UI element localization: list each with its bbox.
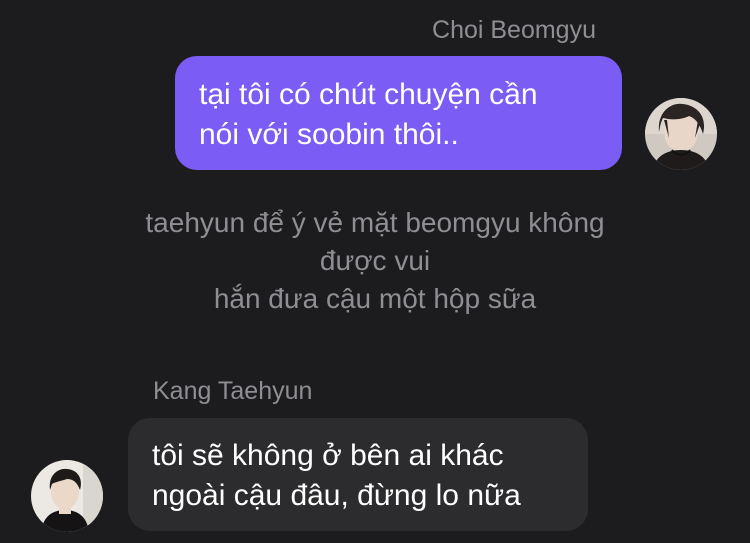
message-text-line: tôi sẽ không ở bên ai khác xyxy=(152,439,504,472)
sender-name-taehyun: Kang Taehyun xyxy=(153,377,313,405)
sender-name-beomgyu: Choi Beomgyu xyxy=(432,16,596,44)
message-text-line: tại tôi có chút chuyện cần xyxy=(199,78,538,111)
avatar-photo-icon xyxy=(31,460,103,532)
narration-line: được vui xyxy=(319,245,431,276)
avatar-beomgyu[interactable] xyxy=(645,98,717,170)
narration-line: taehyun để ý vẻ mặt beomgyu không xyxy=(145,207,605,238)
narration-line: hắn đưa cậu một hộp sữa xyxy=(213,283,537,314)
narration-text: taehyun để ý vẻ mặt beomgyu không được v… xyxy=(75,204,675,318)
message-bubble-incoming[interactable]: tôi sẽ không ở bên ai khác ngoài cậu đâu… xyxy=(128,418,588,531)
message-bubble-outgoing[interactable]: tại tôi có chút chuyện cần nói với soobi… xyxy=(175,56,622,170)
avatar-taehyun[interactable] xyxy=(31,460,103,532)
avatar-photo-icon xyxy=(645,98,717,170)
message-text-line: nói với soobin thôi.. xyxy=(199,118,459,151)
message-text-line: ngoài cậu đâu, đừng lo nữa xyxy=(152,479,521,512)
